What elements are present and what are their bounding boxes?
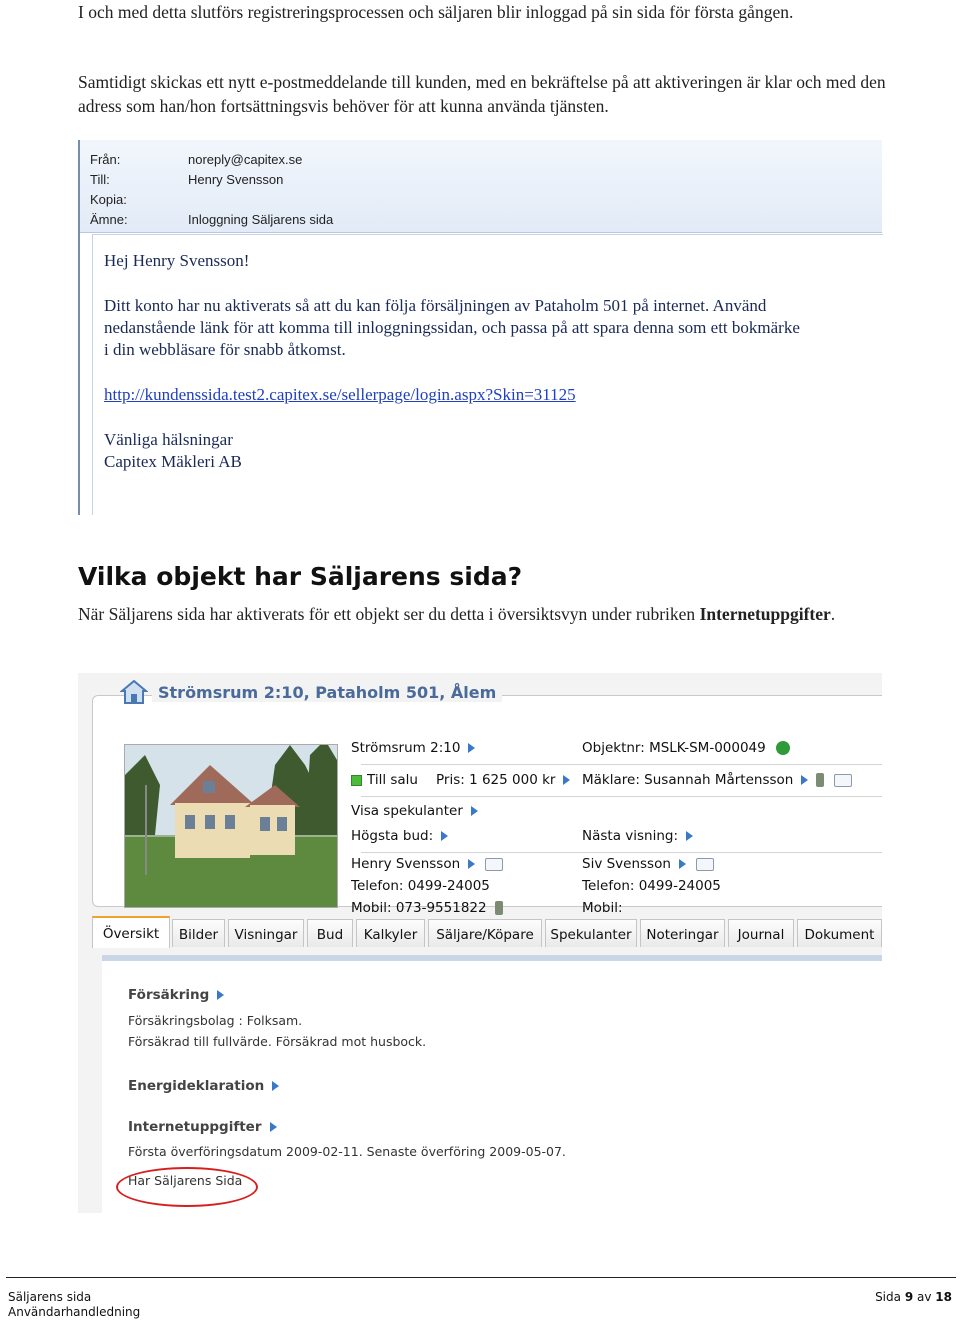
seller1-phone: Telefon: 0499-24005 xyxy=(351,878,490,894)
email-closing: Vänliga hälsningar xyxy=(104,430,233,449)
visa-spekulanter-link[interactable]: Visa spekulanter xyxy=(351,803,478,819)
arrow-icon xyxy=(217,990,225,1000)
mail-icon[interactable] xyxy=(695,857,714,871)
mail-icon[interactable] xyxy=(834,773,853,787)
internet-line-1: Första överföringsdatum 2009-02-11. Sena… xyxy=(128,1144,566,1159)
tab-journal[interactable]: Journal xyxy=(728,919,794,947)
tab-bar: Översikt Bilder Visningar Bud Kalkyler S… xyxy=(92,916,882,949)
status-row: Till salu Pris: 1 625 000 kr xyxy=(351,772,571,788)
check-icon xyxy=(775,741,790,755)
header-to: Till: Henry Svensson xyxy=(90,172,284,187)
header-subject: Ämne: Inloggning Säljarens sida xyxy=(90,212,334,227)
tab-saljare-kopare[interactable]: Säljare/Köpare xyxy=(428,919,542,947)
email-body-line-3: i din webbläsare för snabb åtkomst. xyxy=(104,340,346,359)
maklare-row: Mäklare: Susannah Mårtensson xyxy=(582,772,853,788)
footer-subtitle: Användarhandledning xyxy=(8,1305,141,1319)
header-from: Från: noreply@capitex.se xyxy=(90,152,303,167)
phone-icon[interactable] xyxy=(494,901,503,915)
house-icon xyxy=(120,679,148,704)
overview-panel: Försäkring Försäkringsbolag : Folksam. F… xyxy=(102,955,882,1213)
email-screenshot: Från: noreply@capitex.se Till: Henry Svens… xyxy=(78,140,883,515)
arrow-icon[interactable] xyxy=(563,775,571,785)
arrow-icon xyxy=(272,1081,280,1091)
section-text: När Säljarens sida har aktiverats för et… xyxy=(78,604,836,624)
property-name[interactable]: Strömsrum 2:10 xyxy=(351,740,476,756)
energi-heading[interactable]: Energideklaration xyxy=(128,1078,280,1094)
seller2-phone: Telefon: 0499-24005 xyxy=(582,878,721,894)
forsakring-line-2: Försäkrad till fullvärde. Försäkrad mot … xyxy=(128,1034,427,1049)
footer-rule xyxy=(6,1277,956,1278)
separator xyxy=(361,764,882,765)
intro-paragraph-1: I och med detta slutförs registreringspr… xyxy=(78,2,794,22)
objekt-number: Objektnr: MSLK-SM-000049 xyxy=(582,740,790,756)
email-body-line-1: Ditt konto har nu aktiverats så att du k… xyxy=(104,296,767,315)
seller1-mobile: Mobil: 073-9551822 xyxy=(351,900,503,916)
property-title: Strömsrum 2:10, Pataholm 501, Ålem xyxy=(152,683,503,702)
hogsta-bud[interactable]: Högsta bud: xyxy=(351,828,449,844)
tab-bilder[interactable]: Bilder xyxy=(172,919,225,947)
highlight-circle xyxy=(116,1167,258,1207)
separator xyxy=(361,796,882,797)
arrow-icon xyxy=(470,806,478,816)
arrow-icon xyxy=(678,859,686,869)
email-greeting: Hej Henry Svensson! xyxy=(104,251,250,270)
status-icon xyxy=(351,774,362,786)
tab-oversikt[interactable]: Översikt xyxy=(92,916,170,948)
email-body-line-2: nedanstående länk för att komma till inl… xyxy=(104,318,800,337)
header-cc: Kopia: xyxy=(90,192,127,207)
email-login-link[interactable]: http://kundenssida.test2.capitex.se/sell… xyxy=(104,384,576,407)
arrow-icon xyxy=(441,831,449,841)
tab-bud[interactable]: Bud xyxy=(307,919,353,947)
arrow-icon xyxy=(269,1122,277,1132)
tab-noteringar[interactable]: Noteringar xyxy=(640,919,725,947)
section-heading: Vilka objekt har Säljarens sida? xyxy=(78,562,523,591)
seller2-name[interactable]: Siv Svensson xyxy=(582,856,714,872)
arrow-icon xyxy=(686,831,694,841)
intro-paragraph-2: Samtidigt skickas ett nytt e-postmeddela… xyxy=(78,72,886,116)
forsakring-heading[interactable]: Försäkring xyxy=(128,987,225,1003)
seller2-mobile: Mobil: xyxy=(582,900,623,916)
tab-spekulanter[interactable]: Spekulanter xyxy=(545,919,637,947)
tab-dokument[interactable]: Dokument xyxy=(797,919,882,947)
arrow-icon xyxy=(468,859,476,869)
separator xyxy=(361,852,882,853)
arrow-icon[interactable] xyxy=(801,775,809,785)
email-signature: Capitex Mäkleri AB xyxy=(104,452,242,471)
property-summary-frame: Strömsrum 2:10 Objektnr: MSLK-SM-000049 … xyxy=(92,695,882,916)
phone-icon[interactable] xyxy=(816,773,825,787)
seller1-name[interactable]: Henry Svensson xyxy=(351,856,504,872)
tab-kalkyler[interactable]: Kalkyler xyxy=(356,919,425,947)
email-header: Från: noreply@capitex.se Till: Henry Svens… xyxy=(80,140,882,233)
page-number: Sida 9 av 18 xyxy=(875,1290,952,1304)
property-screenshot: Strömsrum 2:10 Objektnr: MSLK-SM-000049 … xyxy=(78,673,882,1213)
forsakring-line-1: Försäkringsbolag : Folksam. xyxy=(128,1013,303,1028)
mail-icon[interactable] xyxy=(485,857,504,871)
nasta-visning[interactable]: Nästa visning: xyxy=(582,828,694,844)
house-photo xyxy=(124,744,338,908)
footer-title: Säljarens sida xyxy=(8,1290,92,1304)
tab-visningar[interactable]: Visningar xyxy=(228,919,304,947)
arrow-icon xyxy=(468,743,476,753)
internet-heading[interactable]: Internetuppgifter xyxy=(128,1119,277,1135)
